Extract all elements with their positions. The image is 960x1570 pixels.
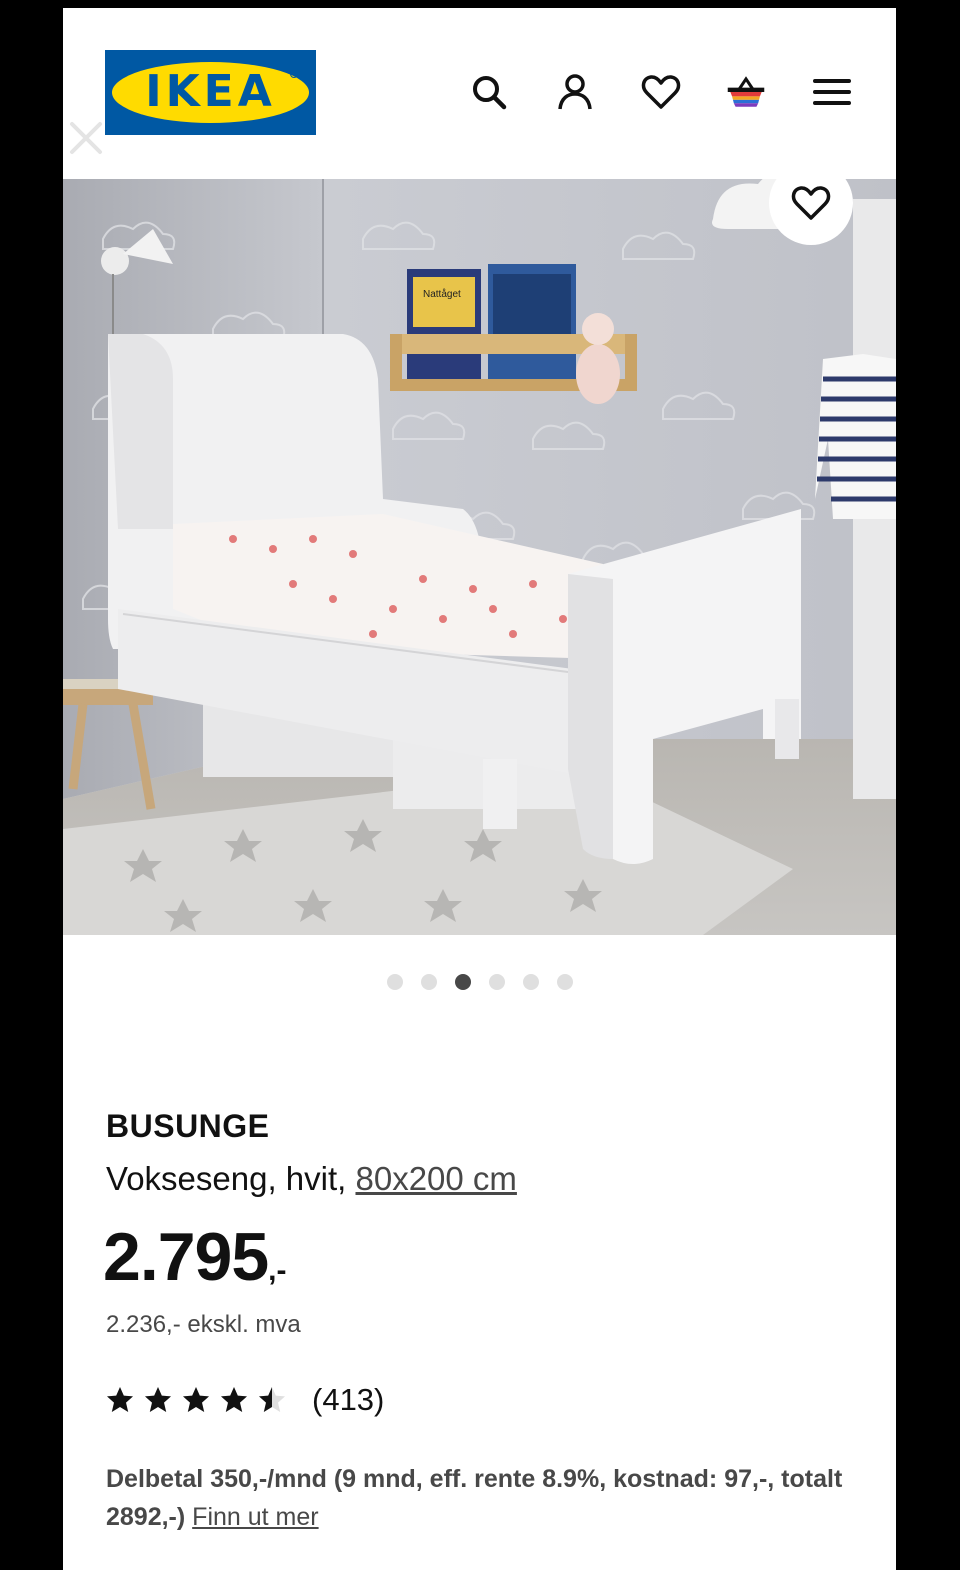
product-page: IKEA Nattåget BUSUNGE Vokseseng, hvit, 8… [63,8,896,1570]
user-icon[interactable] [555,72,595,112]
heart-icon[interactable] [641,72,681,112]
close-icon[interactable] [66,118,106,158]
heart-icon [791,184,831,222]
carousel-dot[interactable] [454,974,471,990]
financing-link[interactable]: Finn ut mer [192,1503,318,1531]
price-main: 2.795 [103,1219,269,1295]
carousel-dot[interactable] [488,974,505,990]
product-image[interactable]: Nattåget [63,179,896,935]
rating[interactable]: (413) [106,1382,384,1418]
search-icon[interactable] [469,72,509,112]
rating-stars [106,1386,286,1414]
menu-icon[interactable] [812,72,852,112]
bed-photo: Nattåget [63,179,896,935]
carousel-dots [63,974,896,990]
financing-info: Delbetal 350,-/mnd (9 mnd, eff. rente 8.… [106,1460,866,1536]
book-title: Nattåget [423,288,461,300]
star-icon [183,1387,209,1412]
carousel-dot[interactable] [420,974,437,990]
product-type: Vokseseng, hvit, [106,1160,356,1197]
header: IKEA [63,8,896,178]
star-icon [107,1387,133,1412]
logo-text: IKEA [145,66,276,117]
size-link[interactable]: 80x200 cm [355,1160,516,1197]
carousel-dot[interactable] [556,974,573,990]
product-description: Vokseseng, hvit, 80x200 cm [106,1160,517,1198]
product-name: BUSUNGE [106,1108,270,1144]
price-suffix: ,- [268,1254,287,1287]
star-icon [145,1387,171,1412]
price: 2.795,- [103,1218,287,1296]
carousel-dot[interactable] [386,974,403,990]
star-icon [221,1387,247,1412]
carousel-dot[interactable] [522,974,539,990]
ikea-logo[interactable]: IKEA [105,50,316,135]
registered-mark [290,70,298,78]
rating-count: (413) [312,1382,385,1417]
basket-icon[interactable] [726,72,766,112]
price-ex-vat: 2.236,- ekskl. mva [106,1311,301,1338]
star-icon [259,1387,285,1412]
